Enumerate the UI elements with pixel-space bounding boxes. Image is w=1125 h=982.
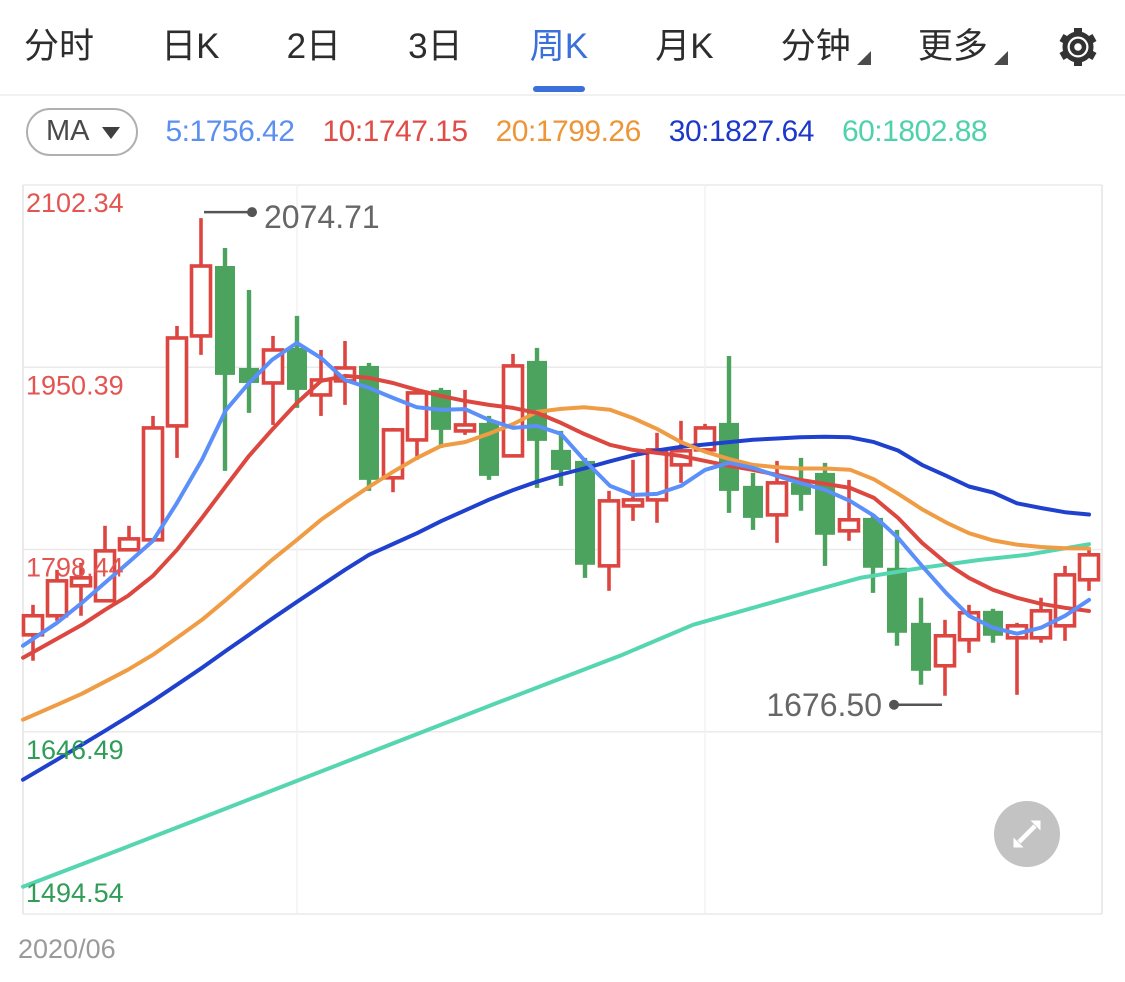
x-axis-label: 2020/06 [18,934,116,964]
candle-down [887,568,907,633]
dropdown-triangle-icon [994,51,1008,65]
candle-up [936,636,955,666]
settings-gear-icon[interactable] [1055,24,1101,70]
y-axis-label: 2102.34 [26,188,124,218]
candle-down [551,450,571,470]
tab-daily-k[interactable]: 日K [161,0,219,95]
high-annotation-label: 2074.71 [264,199,380,235]
ma-line-ma60 [23,544,1089,887]
ma-line-ma30 [23,437,1089,780]
tab-minutes-dropdown[interactable]: 分钟 [781,0,851,95]
tab-weekly-k[interactable]: 周K [530,0,588,95]
tab-monthly-k[interactable]: 月K [655,0,713,95]
candle-up [456,425,475,431]
tab-more-label: 更多 [918,27,988,66]
tab-weekly-k-label: 周K [530,27,588,66]
ma20-value: 20:1799.26 [496,115,641,149]
y-axis-label: 1950.39 [26,370,124,400]
ma60-value: 60:1802.88 [842,115,987,149]
candle-up [24,616,43,635]
fullscreen-expand-button[interactable] [994,801,1060,867]
dropdown-triangle-icon [857,51,871,65]
candle-up [768,483,787,515]
chevron-down-icon [102,127,120,139]
active-tab-underline [533,86,585,92]
candle-down [215,266,235,375]
candle-down [743,486,763,518]
candle-down [911,623,931,671]
candle-down [359,366,379,480]
candle-up [168,338,187,426]
candle-up [600,501,619,566]
low-annotation-dot [889,700,899,710]
tab-minute-line[interactable]: 分时 [24,0,94,95]
ma-selector-button[interactable]: MA [26,108,138,156]
candle-down [575,461,595,565]
candle-down [287,348,307,390]
ma30-value: 30:1827.64 [669,115,814,149]
ma5-value: 5:1756.42 [166,115,295,149]
chart-period-tabbar: 分时 日K 2日 3日 周K 月K 分钟 更多 [0,0,1125,96]
tab-2day-k[interactable]: 2日 [287,0,341,95]
ma10-value: 10:1747.15 [322,115,467,149]
tab-3day-k[interactable]: 3日 [408,0,462,95]
low-annotation-label: 1676.50 [766,687,882,723]
ma-indicator-bar: MA 5:1756.42 10:1747.15 20:1799.26 30:18… [0,96,1125,168]
tab-minutes-label: 分钟 [781,27,851,66]
y-axis-label: 1798.44 [26,553,124,583]
y-axis-label: 1646.49 [26,735,124,765]
candle-up [624,500,643,506]
candle-up [192,266,211,336]
candlestick-chart-area[interactable]: 2074.71 1676.50 2102.34 1950.39 1798.44 1646.… [0,168,1125,980]
candle-up [1080,555,1099,580]
tab-more-dropdown[interactable]: 更多 [918,0,988,95]
y-axis-label: 1494.54 [26,878,124,908]
candle-up [144,428,163,540]
candle-up [840,520,859,531]
high-annotation-dot [247,207,257,217]
ma-button-label: MA [46,115,90,148]
candle-up [48,581,67,616]
candle-up [120,539,139,550]
candle-up [408,393,427,440]
weekly-candlestick-chart: 2074.71 1676.50 2102.34 1950.39 1798.44 1646.… [0,168,1125,980]
candle-down [863,518,883,568]
